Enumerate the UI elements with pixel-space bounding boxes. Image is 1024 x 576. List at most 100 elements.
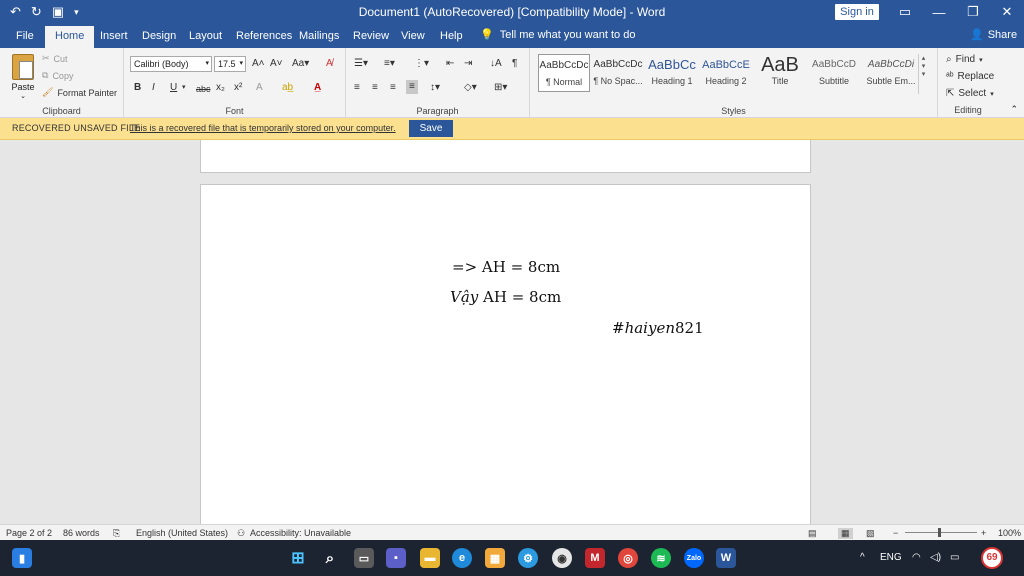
edge-icon[interactable]: e xyxy=(452,548,472,568)
maximize-button[interactable]: ❐ xyxy=(956,0,990,24)
chevron-up-icon[interactable]: ^ xyxy=(860,552,865,563)
zoom-out-icon[interactable]: − xyxy=(893,528,898,538)
chrome-icon[interactable]: ◎ xyxy=(618,548,638,568)
font-color-icon[interactable]: A̲ xyxy=(314,82,321,94)
wifi-icon[interactable]: ◠ xyxy=(912,552,921,563)
accessibility-status[interactable]: Accessibility: Unavailable xyxy=(250,528,351,538)
print-layout-icon[interactable]: ▦ xyxy=(838,528,853,539)
text-effects-icon[interactable]: A xyxy=(256,82,263,94)
cut-button[interactable]: ✂ Cut xyxy=(42,53,68,64)
chevron-down-icon[interactable]: ▾ xyxy=(182,82,186,94)
clear-formatting-icon[interactable]: A̸ xyxy=(326,58,333,70)
save-button[interactable]: Save xyxy=(409,120,453,137)
font-name-select[interactable]: Calibri (Body) ▾ xyxy=(130,56,212,72)
align-left-icon[interactable]: ≡ xyxy=(354,82,360,94)
copy-button[interactable]: ⧉ Copy xyxy=(42,70,73,81)
word-count[interactable]: 86 words xyxy=(63,528,100,538)
strikethrough-icon[interactable]: abc xyxy=(196,83,211,95)
tab-home[interactable]: Home xyxy=(45,26,95,48)
zoom-in-icon[interactable]: + xyxy=(981,528,986,538)
web-layout-icon[interactable]: ▧ xyxy=(866,528,875,539)
underline-icon[interactable]: U xyxy=(170,82,177,94)
paste-button[interactable]: Paste ⌄ xyxy=(8,54,38,100)
styles-gallery-scroll[interactable]: ▴ ▾ ▾ xyxy=(918,54,928,94)
sign-in-button[interactable]: Sign in xyxy=(835,4,879,20)
tab-mailings[interactable]: Mailings xyxy=(297,28,341,44)
style-normal[interactable]: AaBbCcDc ¶ Normal xyxy=(538,54,590,92)
tab-design[interactable]: Design xyxy=(140,28,178,44)
search-icon[interactable]: ⌕ xyxy=(320,548,340,568)
accessibility-icon[interactable]: ⚇ xyxy=(237,528,245,539)
file-explorer-icon[interactable]: ▬ xyxy=(420,548,440,568)
word-icon[interactable]: W xyxy=(716,548,736,568)
ribbon-display-options-icon[interactable]: ▭ xyxy=(888,0,922,24)
tab-references[interactable]: References xyxy=(234,28,294,44)
tell-me-search[interactable]: 💡 Tell me what you want to do xyxy=(480,28,635,42)
document-canvas[interactable]: => AH = 8cm Vậy AH = 8cm #haiyen821 xyxy=(0,140,1024,524)
store-icon[interactable]: ▦ xyxy=(485,548,505,568)
volume-icon[interactable]: ◁) xyxy=(930,552,941,563)
settings-icon[interactable]: ⚙ xyxy=(518,548,538,568)
tab-help[interactable]: Help xyxy=(438,28,465,44)
shrink-font-icon[interactable]: A˅ xyxy=(270,58,283,70)
tab-review[interactable]: Review xyxy=(351,28,391,44)
teams-chat-icon[interactable]: ▪ xyxy=(386,548,406,568)
increase-indent-icon[interactable]: ⇥ xyxy=(464,58,472,70)
grow-font-icon[interactable]: A˄ xyxy=(252,58,265,70)
style-heading-2[interactable]: AaBbCcE Heading 2 xyxy=(700,54,752,92)
highlight-icon[interactable]: ab̲ xyxy=(282,82,293,94)
bold-icon[interactable]: B xyxy=(134,82,141,94)
shading-icon[interactable]: ◇▾ xyxy=(464,82,477,94)
spotify-icon[interactable]: ≋ xyxy=(651,548,671,568)
zalo-icon[interactable]: Zalo xyxy=(684,548,704,568)
style-title[interactable]: AaB Title xyxy=(754,54,806,92)
equation-line-2[interactable]: Vậy AH = 8cm xyxy=(450,288,561,306)
style-subtitle[interactable]: AaBbCcD Subtitle xyxy=(808,54,860,92)
start-icon[interactable]: ⊞ xyxy=(288,548,308,568)
replace-button[interactable]: ᵃᵇ Replace xyxy=(946,71,994,82)
task-view-icon[interactable]: ▭ xyxy=(354,548,374,568)
share-button[interactable]: 👤 Share xyxy=(970,28,1017,42)
style-heading-1[interactable]: AaBbCc Heading 1 xyxy=(646,54,698,92)
zoom-level[interactable]: 100% xyxy=(998,528,1021,538)
language-status[interactable]: English (United States) xyxy=(136,528,228,538)
subscript-icon[interactable]: x₂ xyxy=(216,82,225,94)
multilevel-list-icon[interactable]: ⋮▾ xyxy=(414,58,429,70)
battery-icon[interactable]: ▭ xyxy=(950,552,959,563)
notification-badge[interactable]: 69 xyxy=(981,547,1003,569)
tab-layout[interactable]: Layout xyxy=(187,28,224,44)
minimize-button[interactable]: — xyxy=(922,0,956,24)
line-spacing-icon[interactable]: ↕▾ xyxy=(430,82,440,94)
page-count[interactable]: Page 2 of 2 xyxy=(6,528,52,538)
proofing-icon[interactable]: ⎘ xyxy=(113,528,120,539)
bullets-icon[interactable]: ☰▾ xyxy=(354,58,368,70)
close-button[interactable]: ✕ xyxy=(990,0,1024,24)
mcafee-icon[interactable]: M xyxy=(585,548,605,568)
tab-view[interactable]: View xyxy=(399,28,427,44)
read-mode-icon[interactable]: ▤ xyxy=(808,528,817,539)
superscript-icon[interactable]: x² xyxy=(234,82,242,94)
numbering-icon[interactable]: ≡▾ xyxy=(384,58,395,70)
page-1[interactable] xyxy=(200,140,811,173)
tab-file[interactable]: File xyxy=(14,28,36,44)
collapse-ribbon-icon[interactable]: ⌃ xyxy=(1010,104,1018,115)
input-language[interactable]: ENG xyxy=(880,552,902,563)
align-right-icon[interactable]: ≡ xyxy=(390,82,396,94)
borders-icon[interactable]: ⊞▾ xyxy=(494,82,507,94)
find-button[interactable]: ⌕ Find ▾ xyxy=(946,54,983,65)
format-painter-button[interactable]: 🖌 Format Painter xyxy=(42,87,117,98)
decrease-indent-icon[interactable]: ⇤ xyxy=(446,58,454,70)
sort-icon[interactable]: ↓A xyxy=(490,58,502,70)
justify-icon[interactable]: ≡ xyxy=(406,80,418,94)
change-case-icon[interactable]: Aa▾ xyxy=(292,58,309,70)
tab-insert[interactable]: Insert xyxy=(98,28,130,44)
show-formatting-marks-icon[interactable]: ¶ xyxy=(512,58,517,70)
align-center-icon[interactable]: ≡ xyxy=(372,82,378,94)
hashtag-line[interactable]: #haiyen821 xyxy=(612,319,704,337)
recovered-file-message[interactable]: This is a recovered file that is tempora… xyxy=(130,123,396,133)
style-no-spacing[interactable]: AaBbCcDc ¶ No Spac... xyxy=(592,54,644,92)
italic-icon[interactable]: I xyxy=(152,82,155,94)
page-2[interactable]: => AH = 8cm Vậy AH = 8cm #haiyen821 xyxy=(200,184,811,524)
zoom-slider[interactable] xyxy=(905,532,977,533)
equation-line-1[interactable]: => AH = 8cm xyxy=(452,258,560,276)
